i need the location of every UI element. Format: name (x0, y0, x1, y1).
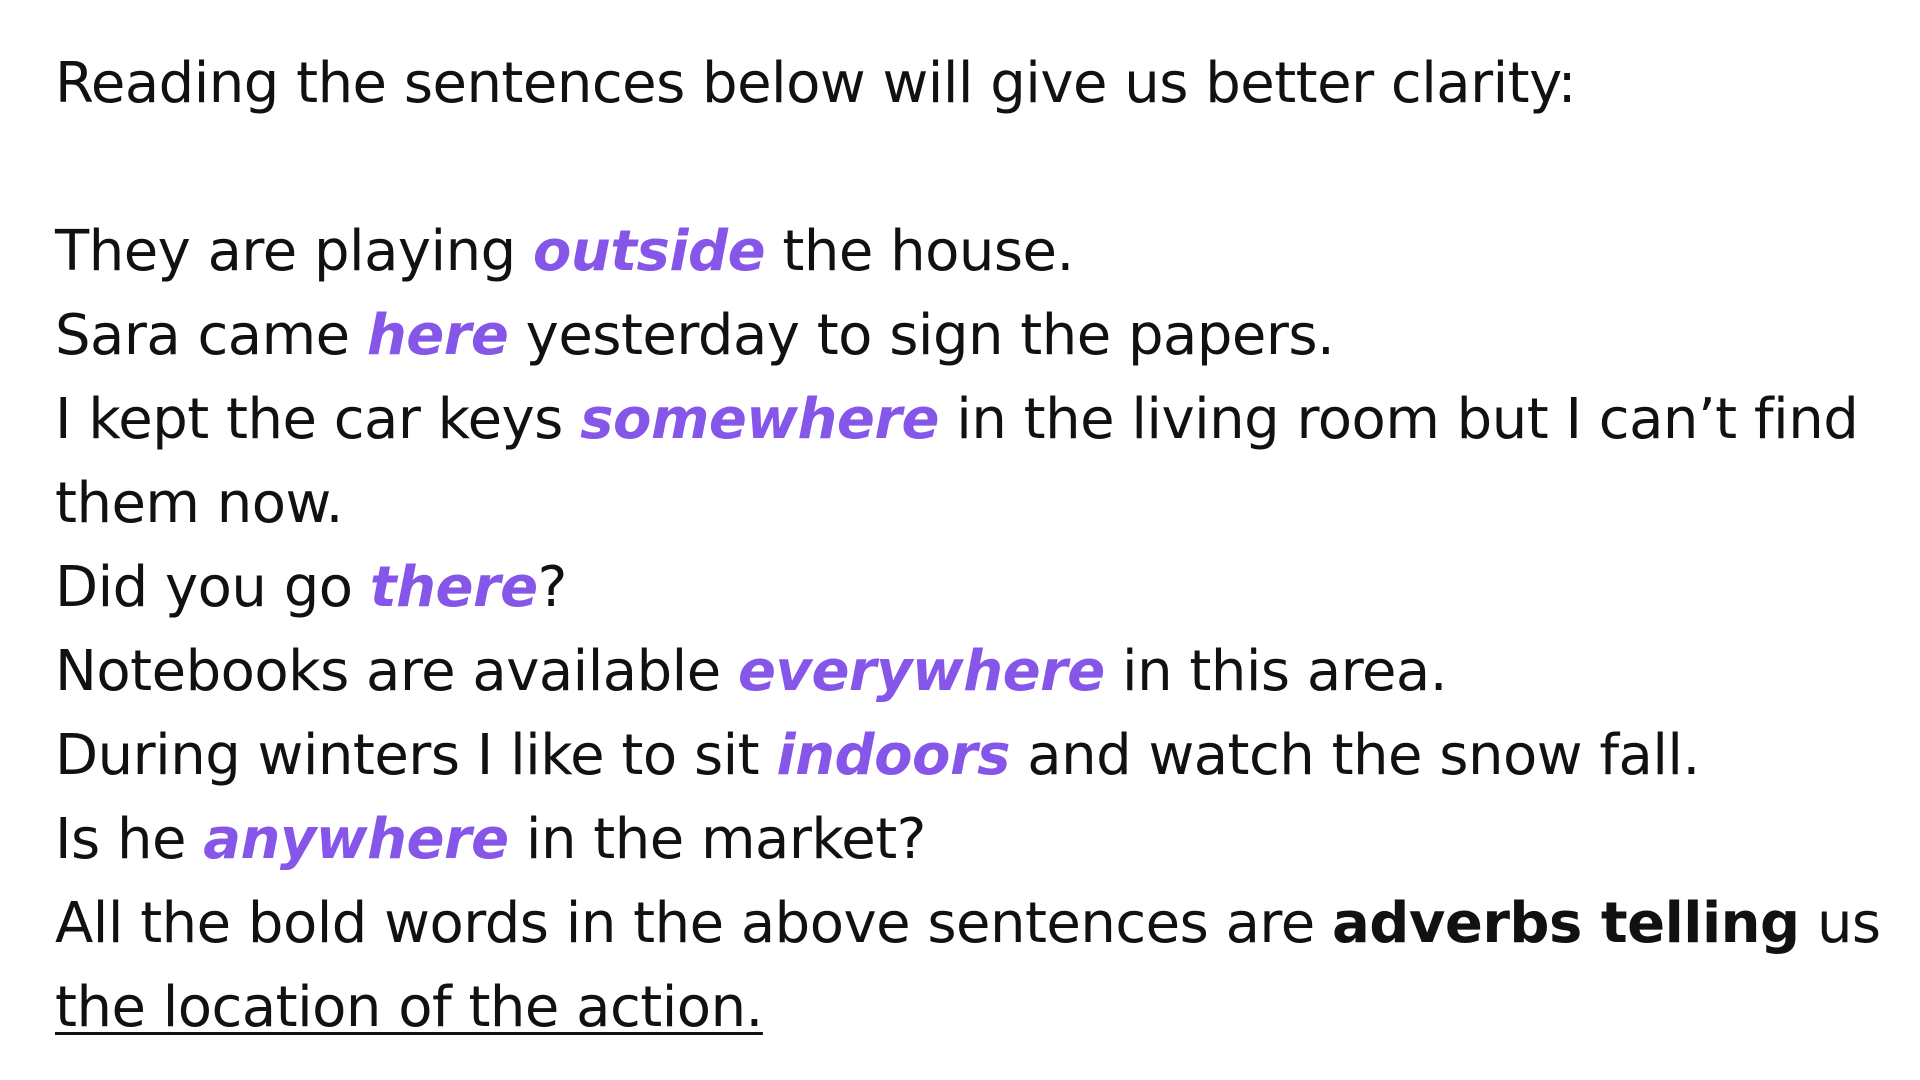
adverb-highlight: here (366, 303, 509, 368)
sentence-line-6: Notebooks are available everywhere in th… (55, 630, 1905, 714)
sentence-text: Is he (55, 807, 204, 872)
sentence-text: and watch the snow fall. (1009, 723, 1700, 788)
adverb-highlight: anywhere (203, 807, 509, 872)
conclusion-line-1: All the bold words in the above sentence… (55, 882, 1905, 966)
sentence-text: in the living room but I can’t find (938, 387, 1859, 452)
sentence-text: Did you go (55, 555, 370, 620)
adverb-highlight: somewhere (580, 387, 939, 452)
adverb-highlight: there (369, 555, 538, 620)
sentence-line-7: During winters I like to sit indoors and… (55, 714, 1905, 798)
document-page: Reading the sentences below will give us… (55, 42, 1905, 1050)
sentence-text: ? (537, 555, 568, 620)
sentence-text: the house. (765, 219, 1074, 284)
sentence-line-3: I kept the car keys somewhere in the liv… (55, 378, 1905, 462)
sentence-text: During winters I like to sit (55, 723, 777, 788)
conclusion-text: All the bold words in the above sentence… (55, 891, 1332, 956)
sentence-text: in the market? (508, 807, 927, 872)
sentence-text: Sara came (55, 303, 367, 368)
sentence-text: They are playing (55, 219, 533, 284)
adverb-highlight: outside (532, 219, 766, 284)
sentence-line-5: Did you go there? (55, 546, 1905, 630)
sentence-line-1: They are playing outside the house. (55, 210, 1905, 294)
conclusion-text: us (1799, 891, 1881, 956)
sentence-text: I kept the car keys (55, 387, 581, 452)
conclusion-line-2: the location of the action. (55, 966, 1905, 1050)
conclusion-underlined-text: the location of the action. (55, 975, 763, 1040)
sentence-text: yesterday to sign the papers. (508, 303, 1335, 368)
adverb-highlight: indoors (776, 723, 1010, 788)
adverb-highlight: everywhere (737, 639, 1105, 704)
intro-text: Reading the sentences below will give us… (55, 51, 1577, 116)
sentence-line-2: Sara came here yesterday to sign the pap… (55, 294, 1905, 378)
sentence-text: Notebooks are available (55, 639, 738, 704)
sentence-line-4: them now. (55, 462, 1905, 546)
sentence-text: in this area. (1104, 639, 1448, 704)
sentence-line-8: Is he anywhere in the market? (55, 798, 1905, 882)
sentence-text: them now. (55, 471, 343, 536)
conclusion-bold-text: adverbs telling (1331, 891, 1800, 956)
